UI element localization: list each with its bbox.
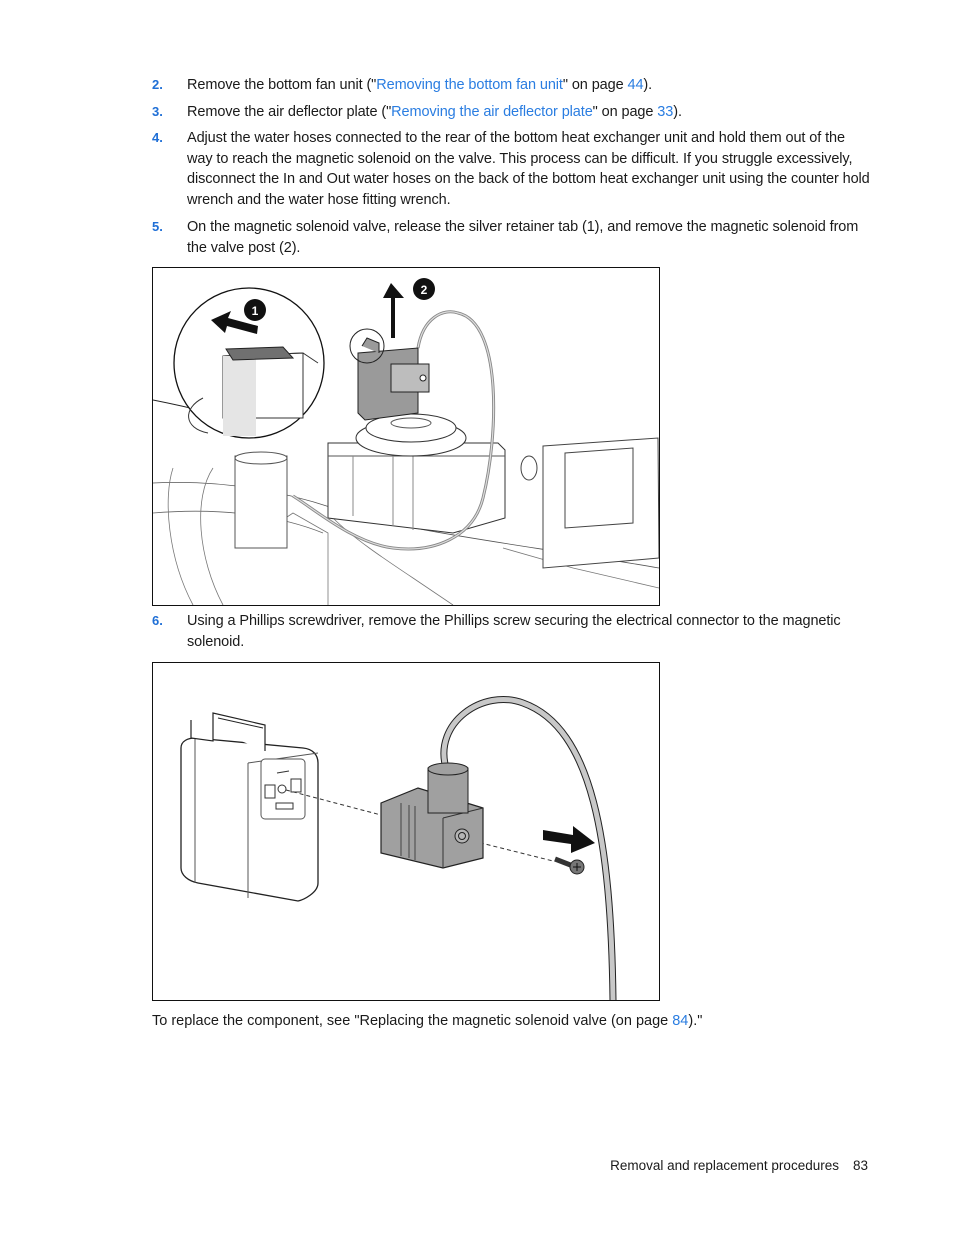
footer-section-title: Removal and replacement procedures — [610, 1158, 839, 1173]
step-text-post: ). — [673, 104, 682, 120]
step-text: Remove the bottom fan unit ("Removing th… — [187, 75, 872, 96]
step-2: 2. Remove the bottom fan unit ("Removing… — [152, 75, 872, 96]
arrow-right-icon — [543, 826, 595, 853]
figure-solenoid-removal: 1 2 — [152, 267, 660, 606]
svg-text:1: 1 — [252, 304, 259, 318]
step-text-pre: Remove the bottom fan unit (" — [187, 77, 377, 93]
step-number: 5. — [152, 219, 163, 234]
step-text: Adjust the water hoses connected to the … — [187, 130, 870, 208]
arrow-up-icon — [383, 283, 404, 338]
step-4: 4. Adjust the water hoses connected to t… — [152, 128, 872, 210]
solenoid-valve-illustration: 1 2 — [153, 278, 659, 605]
step-text: Remove the air deflector plate ("Removin… — [187, 102, 872, 123]
replacement-reference: To replace the component, see "Replacing… — [152, 1011, 702, 1031]
step-number: 6. — [152, 613, 163, 628]
page-number: 83 — [852, 1158, 868, 1173]
step-number: 3. — [152, 104, 163, 119]
link-removing-air-deflector-plate[interactable]: Removing the air deflector plate — [391, 104, 593, 120]
step-text-mid: " on page — [562, 77, 628, 93]
step-number: 2. — [152, 77, 163, 92]
connector-illustration — [180, 695, 617, 1000]
closing-text-post: )." — [688, 1013, 703, 1029]
link-page-44[interactable]: 44 — [627, 77, 643, 93]
step-text-post: ). — [643, 77, 653, 93]
page-footer: Removal and replacement procedures 83 — [610, 1158, 868, 1173]
step-text-pre: Remove the air deflector plate (" — [187, 104, 392, 120]
step-text: Using a Phillips screwdriver, remove the… — [187, 613, 841, 650]
step-5: 5. On the magnetic solenoid valve, relea… — [152, 217, 872, 258]
link-removing-bottom-fan-unit[interactable]: Removing the bottom fan unit — [376, 77, 563, 93]
callout-2: 2 — [413, 278, 435, 300]
callout-1: 1 — [244, 299, 266, 321]
link-page-33[interactable]: 33 — [657, 104, 673, 120]
step-number: 4. — [152, 130, 163, 145]
link-page-84[interactable]: 84 — [672, 1013, 688, 1029]
figure-connector-removal — [152, 662, 660, 1001]
svg-text:2: 2 — [421, 283, 428, 297]
step-3: 3. Remove the air deflector plate ("Remo… — [152, 102, 872, 123]
step-6: 6. Using a Phillips screwdriver, remove … — [152, 611, 872, 652]
step-text-mid: " on page — [592, 104, 658, 120]
closing-text-pre: To replace the component, see "Replacing… — [152, 1013, 673, 1029]
step-text: On the magnetic solenoid valve, release … — [187, 219, 859, 256]
